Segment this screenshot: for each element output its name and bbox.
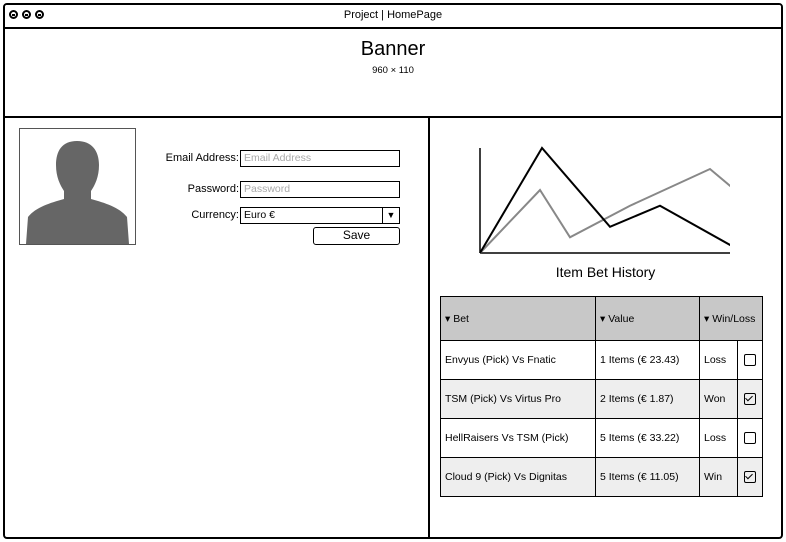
column-header-bet[interactable]: ▾ Bet	[440, 296, 596, 341]
bet-history-table: ▾ Bet ▾ Value ▾ Win/Loss Envyus (Pick) V…	[440, 296, 763, 497]
chart-caption: Item Bet History	[555, 264, 656, 280]
profile-panel: Email Address: Email Address Password: P…	[5, 118, 430, 537]
chart-series-gray	[479, 167, 730, 254]
password-row: Password: Password	[135, 181, 405, 199]
result-cell: Won	[699, 379, 738, 419]
email-field[interactable]: Email Address	[240, 150, 400, 167]
value-cell: 2 Items (€ 1.87)	[595, 379, 700, 419]
password-label: Password:	[187, 183, 239, 195]
bet-cell: HellRaisers Vs TSM (Pick)	[440, 418, 596, 458]
email-label: Email Address:	[165, 152, 239, 164]
bet-history-chart	[479, 146, 730, 254]
table-row: Cloud 9 (Pick) Vs Dignitas 5 Items (€ 11…	[440, 457, 763, 497]
result-cell: Win	[699, 457, 738, 497]
currency-value: Euro €	[244, 209, 275, 221]
window-title: Project | HomePage	[343, 9, 443, 21]
title-bar: Project | HomePage	[5, 5, 781, 29]
currency-row: Currency: Euro € ▼	[135, 207, 405, 225]
user-silhouette-icon	[26, 141, 129, 244]
bet-cell: Envyus (Pick) Vs Fnatic	[440, 340, 596, 380]
app-window: Project | HomePage Banner 960 × 110 Emai…	[3, 3, 783, 539]
bet-history-panel: Item Bet History ▾ Bet ▾ Value ▾ Win/Los…	[430, 118, 781, 537]
column-header-win-loss[interactable]: ▾ Win/Loss	[699, 296, 763, 341]
checkbox-checked[interactable]	[744, 393, 756, 406]
table-row: HellRaisers Vs TSM (Pick) 5 Items (€ 33.…	[440, 418, 763, 458]
checkbox[interactable]	[744, 354, 756, 367]
banner: Banner 960 × 110	[5, 29, 781, 118]
value-cell: 5 Items (€ 33.22)	[595, 418, 700, 458]
value-cell: 5 Items (€ 11.05)	[595, 457, 700, 497]
value-cell: 1 Items (€ 23.43)	[595, 340, 700, 380]
table-row: Envyus (Pick) Vs Fnatic 1 Items (€ 23.43…	[440, 340, 763, 380]
checkbox[interactable]	[744, 432, 756, 445]
password-field[interactable]: Password	[240, 181, 400, 198]
email-row: Email Address: Email Address	[135, 150, 405, 168]
banner-size: 960 × 110	[372, 65, 414, 76]
chart-series-black	[479, 146, 730, 254]
column-header-value[interactable]: ▾ Value	[595, 296, 700, 341]
chevron-down-icon[interactable]: ▼	[382, 207, 399, 224]
banner-title: Banner	[360, 38, 426, 60]
bet-cell: Cloud 9 (Pick) Vs Dignitas	[440, 457, 596, 497]
result-cell: Loss	[699, 340, 738, 380]
currency-select[interactable]: Euro € ▼	[240, 207, 400, 224]
bet-cell: TSM (Pick) Vs Virtus Pro	[440, 379, 596, 419]
currency-label: Currency:	[191, 209, 239, 221]
result-cell: Loss	[699, 418, 738, 458]
checkbox-checked[interactable]	[744, 471, 756, 484]
table-row: TSM (Pick) Vs Virtus Pro 2 Items (€ 1.87…	[440, 379, 763, 419]
save-button[interactable]: Save	[313, 227, 400, 245]
avatar	[19, 128, 136, 245]
